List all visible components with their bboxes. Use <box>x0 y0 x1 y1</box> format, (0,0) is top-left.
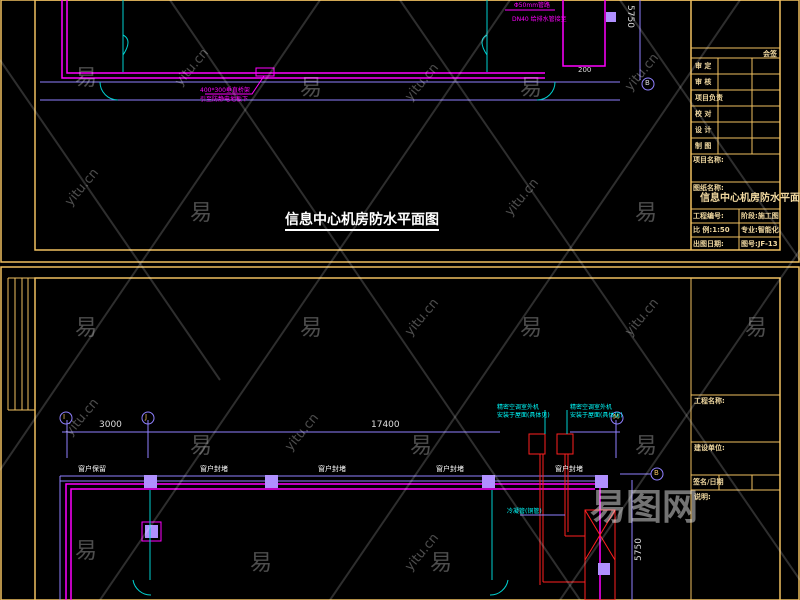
window-label: 窗户封堵 <box>318 465 346 473</box>
top-note-1: Φ50mm管路 <box>514 2 551 9</box>
discipline-value: 智能化 <box>757 226 779 234</box>
watermark-glyph: 易 <box>75 316 98 341</box>
sheet-no-value: JF-13 <box>757 240 778 248</box>
tb-row: 项目负责 <box>695 94 723 102</box>
phase-label: 阶段: <box>741 212 758 220</box>
tb-phase: 阶段:施工图 <box>741 213 779 220</box>
watermark-glyph: 易 <box>410 434 433 459</box>
lower-sheet-border <box>0 266 800 600</box>
cable-tray-note-2: 引至防静电地板下 <box>200 96 249 103</box>
window-label: 窗户保留 <box>78 465 106 473</box>
outdoor-unit-note-2b: 安装于屋面(具体见) <box>570 412 623 419</box>
outdoor-unit-note-2: 精密空调室外机 <box>570 404 613 411</box>
watermark-glyph: 易 <box>635 434 658 459</box>
sheet-no-label: 图号: <box>741 240 758 248</box>
top-note-2: DN40 给排水管接至 <box>512 16 567 23</box>
watermark-glyph: 易 <box>300 76 323 101</box>
dim-5750-upper: 5750 <box>624 5 635 28</box>
tb-project-no: 工程编号: <box>693 212 724 220</box>
phase-value: 施工图 <box>757 212 779 220</box>
watermark-glyph: 易 <box>745 316 768 341</box>
tb-date: 出图日期: <box>693 240 724 248</box>
dim-3000: 3000 <box>99 420 122 430</box>
axis-b-upper: B <box>645 79 650 87</box>
axis-j: J <box>145 413 148 421</box>
dim-5750: 5750 <box>633 538 644 561</box>
watermark-glyph: 易 <box>635 201 658 226</box>
tb-client: 建设单位: <box>694 444 725 452</box>
pipe-label: 冷凝管(铜管) <box>507 508 542 515</box>
scale-label: 比 例: <box>693 226 713 234</box>
watermark-glyph: 易 <box>520 316 543 341</box>
outdoor-unit-note-1b: 安装于屋面(具体见) <box>497 412 550 419</box>
tb-scale: 比 例:1:50 <box>693 227 730 234</box>
axis-i: I <box>63 413 66 421</box>
tb-project-name: 项目名称: <box>693 156 724 164</box>
dim-200: 200 <box>578 66 592 74</box>
scale-value: 1:50 <box>712 226 730 234</box>
tb-discipline: 专业:智能化 <box>741 227 779 234</box>
tb-row: 制 图 <box>695 142 712 150</box>
tb-drawing-name-label: 图纸名称: <box>693 184 724 192</box>
tb-row: 审 定 <box>695 62 712 70</box>
tb-sign-date: 签名/日期 <box>693 478 724 486</box>
outdoor-unit-note-1: 精密空调室外机 <box>497 404 540 411</box>
watermark-glyph: 易 <box>190 434 213 459</box>
cable-tray-note: 400*300垂直桥架 <box>200 87 250 94</box>
discipline-label: 专业: <box>741 226 758 234</box>
watermark-glyph: 易 <box>190 201 213 226</box>
tb-row: 设 计 <box>695 126 712 134</box>
tb-project-name-lower: 工程名称: <box>694 397 725 405</box>
watermark-glyph: 易 <box>300 316 323 341</box>
watermark-glyph: 易 <box>75 539 98 564</box>
tb-sheet-no: 图号:JF-13 <box>741 241 778 248</box>
window-label: 窗户封堵 <box>436 465 464 473</box>
dim-17400: 17400 <box>371 420 400 430</box>
tb-drawing-name: 信息中心机房防水平面图 <box>700 193 800 204</box>
axis-b: B <box>654 469 659 477</box>
watermark-glyph: 易 <box>250 551 273 576</box>
drawing-title: 信息中心机房防水平面图 <box>285 213 439 231</box>
window-label: 窗户封堵 <box>555 465 583 473</box>
window-label: 窗户封堵 <box>200 465 228 473</box>
watermark-glyph: 易 <box>520 76 543 101</box>
tb-header: 会签 <box>763 50 777 58</box>
tb-row: 审 核 <box>695 78 712 86</box>
tb-row: 校 对 <box>695 110 712 118</box>
watermark-logo: 易图网 <box>590 487 699 528</box>
watermark-glyph: 易 <box>75 66 98 91</box>
